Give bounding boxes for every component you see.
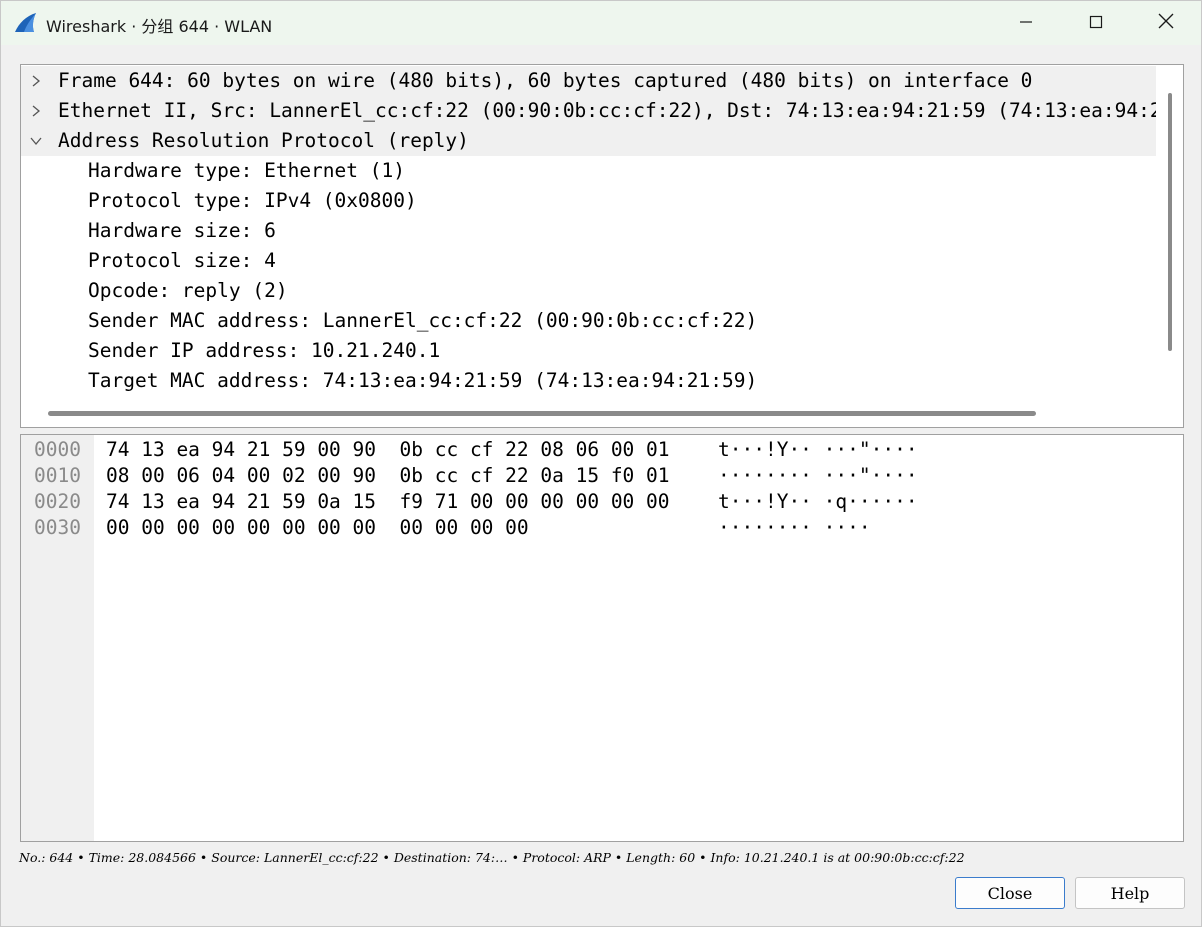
tree-row-label: Sender IP address: 10.21.240.1 [88, 339, 441, 362]
hex-offset: 0000 [34, 438, 81, 461]
tree-row-arp[interactable]: Address Resolution Protocol (reply) [21, 126, 1156, 156]
tree-row-protocol-type[interactable]: Protocol type: IPv4 (0x0800) [21, 186, 1156, 216]
tree-row-label: Protocol size: 4 [88, 249, 276, 272]
tree-row-opcode[interactable]: Opcode: reply (2) [21, 276, 1156, 306]
tree-row-sender-mac[interactable]: Sender MAC address: LannerEl_cc:cf:22 (0… [21, 306, 1156, 336]
tree-row-target-mac[interactable]: Target MAC address: 74:13:ea:94:21:59 (7… [21, 366, 1156, 396]
hex-ascii[interactable]: t···!Y·· ···"···· [718, 437, 918, 463]
tree-row-sender-ip[interactable]: Sender IP address: 10.21.240.1 [21, 336, 1156, 366]
hex-bytes[interactable]: 08 00 06 04 00 02 00 90 0b cc cf 22 0a 1… [106, 463, 670, 489]
hex-ascii[interactable]: t···!Y·· ·q······ [718, 489, 918, 515]
wireshark-fin-icon [13, 11, 37, 35]
title-bar[interactable]: Wireshark · 分组 644 · WLAN [1, 1, 1201, 45]
tree-row-label: Hardware type: Ethernet (1) [88, 159, 405, 182]
hex-offset: 0010 [34, 464, 81, 487]
packet-bytes-pane[interactable]: 0000 74 13 ea 94 21 59 00 90 0b cc cf 22… [20, 434, 1184, 842]
chevron-down-icon[interactable] [27, 126, 45, 156]
hex-bytes[interactable]: 74 13 ea 94 21 59 0a 15 f9 71 00 00 00 0… [106, 489, 670, 515]
hex-row[interactable]: 0030 00 00 00 00 00 00 00 00 00 00 00 00… [21, 515, 1183, 541]
tree-row-label: Ethernet II, Src: LannerEl_cc:cf:22 (00:… [58, 99, 1156, 122]
tree-row-label: Frame 644: 60 bytes on wire (480 bits), … [58, 69, 1033, 92]
tree-row-hardware-type[interactable]: Hardware type: Ethernet (1) [21, 156, 1156, 186]
tree-row-label: Protocol type: IPv4 (0x0800) [88, 189, 417, 212]
maximize-icon [1089, 14, 1103, 33]
hex-row[interactable]: 0020 74 13 ea 94 21 59 0a 15 f9 71 00 00… [21, 489, 1183, 515]
minimize-icon [1019, 14, 1033, 33]
hex-offset: 0020 [34, 490, 81, 513]
window-title: Wireshark · 分组 644 · WLAN [46, 17, 273, 36]
tree-row-protocol-size[interactable]: Protocol size: 4 [21, 246, 1156, 276]
hex-offset: 0030 [34, 516, 81, 539]
tree-row-ethernet[interactable]: Ethernet II, Src: LannerEl_cc:cf:22 (00:… [21, 96, 1156, 126]
chevron-right-icon[interactable] [27, 96, 45, 126]
hex-bytes[interactable]: 00 00 00 00 00 00 00 00 00 00 00 00 [106, 515, 529, 541]
packet-details-tree[interactable]: Frame 644: 60 bytes on wire (480 bits), … [20, 64, 1184, 428]
minimize-button[interactable] [1003, 1, 1049, 45]
hex-ascii[interactable]: ········ ···"···· [718, 463, 918, 489]
tree-row-hardware-size[interactable]: Hardware size: 6 [21, 216, 1156, 246]
hex-row[interactable]: 0000 74 13 ea 94 21 59 00 90 0b cc cf 22… [21, 437, 1183, 463]
tree-row-label: Target MAC address: 74:13:ea:94:21:59 (7… [88, 369, 758, 392]
tree-row-label: Address Resolution Protocol (reply) [58, 129, 469, 152]
horizontal-scrollbar[interactable] [48, 411, 1036, 416]
tree-row-label: Opcode: reply (2) [88, 279, 288, 302]
close-icon [1158, 13, 1174, 33]
packet-dialog-window: Wireshark · 分组 644 · WLAN Frame 644: 60 … [0, 0, 1202, 927]
hex-bytes[interactable]: 74 13 ea 94 21 59 00 90 0b cc cf 22 08 0… [106, 437, 670, 463]
maximize-button[interactable] [1073, 1, 1119, 45]
help-button[interactable]: Help [1075, 877, 1185, 909]
tree-row-label: Hardware size: 6 [88, 219, 276, 242]
packet-summary-status: No.: 644 • Time: 28.084566 • Source: Lan… [19, 850, 965, 865]
close-button[interactable]: Close [955, 877, 1065, 909]
close-window-button[interactable] [1143, 1, 1189, 45]
hex-row[interactable]: 0010 08 00 06 04 00 02 00 90 0b cc cf 22… [21, 463, 1183, 489]
hex-ascii[interactable]: ········ ···· [718, 515, 871, 541]
tree-row-frame[interactable]: Frame 644: 60 bytes on wire (480 bits), … [21, 66, 1156, 96]
chevron-right-icon[interactable] [27, 66, 45, 96]
tree-row-label: Sender MAC address: LannerEl_cc:cf:22 (0… [88, 309, 758, 332]
vertical-scrollbar[interactable] [1168, 93, 1172, 351]
